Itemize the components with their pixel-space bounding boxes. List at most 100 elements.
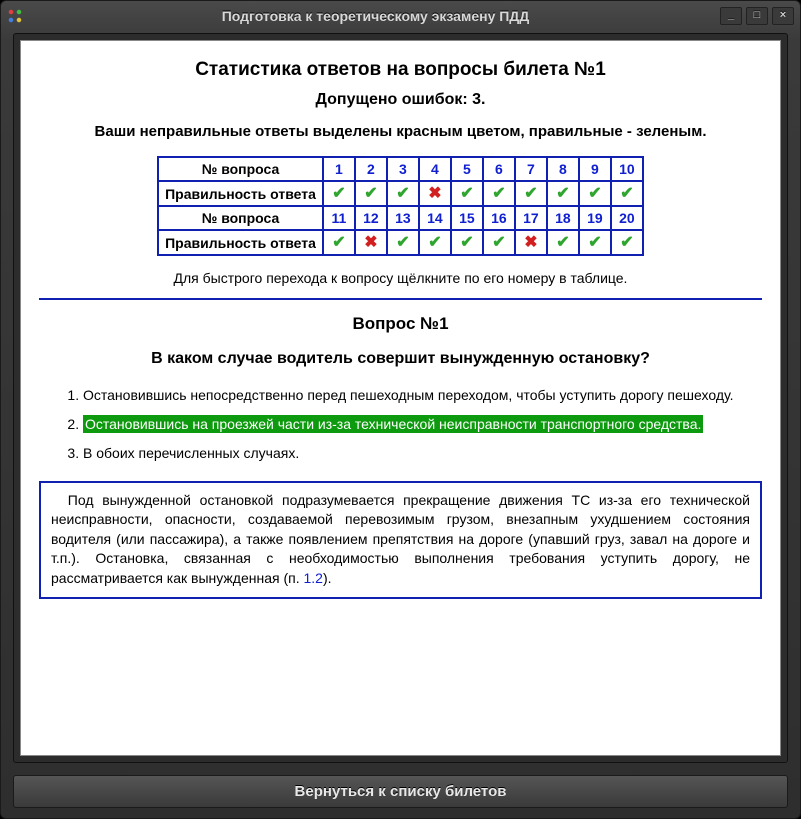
close-button[interactable]: × xyxy=(772,7,794,25)
question-title: Вопрос №1 xyxy=(39,314,762,334)
question-number-cell: 11 xyxy=(323,206,355,230)
question-number-link[interactable]: 4 xyxy=(426,161,444,177)
check-icon: ✔ xyxy=(588,186,601,202)
row-label-answer: Правильность ответа xyxy=(158,181,323,206)
answer-mark-cell: ✔ xyxy=(387,181,419,206)
question-number-cell: 9 xyxy=(579,157,611,181)
content-inner-frame: Статистика ответов на вопросы билета №1 … xyxy=(20,40,781,756)
check-icon: ✔ xyxy=(428,235,441,251)
question-number-link[interactable]: 13 xyxy=(394,210,412,226)
question-number-link[interactable]: 10 xyxy=(618,161,636,177)
question-number-cell: 7 xyxy=(515,157,547,181)
question-number-cell: 19 xyxy=(579,206,611,230)
answer-mark-cell: ✖ xyxy=(515,230,547,255)
answer-mark-cell: ✔ xyxy=(611,181,643,206)
check-icon: ✔ xyxy=(364,186,377,202)
answer-mark-cell: ✔ xyxy=(451,181,483,206)
question-number-link[interactable]: 2 xyxy=(362,161,380,177)
answer-mark-cell: ✔ xyxy=(483,230,515,255)
answer-mark-cell: ✔ xyxy=(547,230,579,255)
scroll-area[interactable]: Статистика ответов на вопросы билета №1 … xyxy=(21,41,780,755)
answer-mark-cell: ✖ xyxy=(355,230,387,255)
stats-heading: Статистика ответов на вопросы билета №1 xyxy=(39,59,762,81)
rule-ref-link[interactable]: 1.2 xyxy=(304,570,323,586)
row-label-answer: Правильность ответа xyxy=(158,230,323,255)
check-icon: ✔ xyxy=(460,235,473,251)
question-number-link[interactable]: 15 xyxy=(458,210,476,226)
answer-text: Остановившись непосредственно перед пеше… xyxy=(83,387,734,403)
answer-text: В обоих перечисленных случаях. xyxy=(83,445,299,461)
return-button[interactable]: Вернуться к списку билетов xyxy=(13,775,788,808)
explanation-text-pre: Под вынужденной остановкой подразумевает… xyxy=(51,492,750,586)
check-icon: ✔ xyxy=(396,235,409,251)
question-number-link[interactable]: 3 xyxy=(394,161,412,177)
answer-mark-cell: ✔ xyxy=(451,230,483,255)
question-number-cell: 16 xyxy=(483,206,515,230)
question-number-cell: 10 xyxy=(611,157,643,181)
question-number-link[interactable]: 8 xyxy=(554,161,572,177)
legend-line: Ваши неправильные ответы выделены красны… xyxy=(39,123,762,140)
question-number-cell: 6 xyxy=(483,157,515,181)
answer-mark-cell: ✔ xyxy=(611,230,643,255)
check-icon: ✔ xyxy=(492,235,505,251)
question-number-link[interactable]: 14 xyxy=(426,210,444,226)
minimize-button[interactable]: _ xyxy=(720,7,742,25)
quickjump-hint: Для быстрого перехода к вопросу щёлкните… xyxy=(39,270,762,286)
question-number-link[interactable]: 18 xyxy=(554,210,572,226)
answer-item: Остановившись непосредственно перед пеше… xyxy=(83,386,762,405)
answer-text: Остановившись на проезжей части из-за те… xyxy=(83,415,703,433)
content-outer-frame: Статистика ответов на вопросы билета №1 … xyxy=(13,33,788,763)
answer-mark-cell: ✔ xyxy=(419,230,451,255)
question-number-link[interactable]: 7 xyxy=(522,161,540,177)
check-icon: ✔ xyxy=(332,186,345,202)
question-number-cell: 2 xyxy=(355,157,387,181)
check-icon: ✔ xyxy=(524,186,537,202)
separator xyxy=(39,298,762,300)
check-icon: ✔ xyxy=(492,186,505,202)
maximize-button[interactable]: □ xyxy=(746,7,768,25)
explanation-box: Под вынужденной остановкой подразумевает… xyxy=(39,481,762,599)
answer-mark-cell: ✔ xyxy=(579,230,611,255)
question-number-link[interactable]: 16 xyxy=(490,210,508,226)
question-number-link[interactable]: 1 xyxy=(330,161,348,177)
answer-mark-cell: ✔ xyxy=(579,181,611,206)
question-number-cell: 13 xyxy=(387,206,419,230)
check-icon: ✔ xyxy=(588,235,601,251)
row-label-question: № вопроса xyxy=(158,157,323,181)
question-number-link[interactable]: 11 xyxy=(330,210,348,226)
question-number-cell: 3 xyxy=(387,157,419,181)
question-number-cell: 4 xyxy=(419,157,451,181)
stats-table: № вопроса12345678910Правильность ответа✔… xyxy=(157,156,644,256)
question-number-cell: 12 xyxy=(355,206,387,230)
question-number-link[interactable]: 5 xyxy=(458,161,476,177)
question-number-link[interactable]: 9 xyxy=(586,161,604,177)
cross-icon: ✖ xyxy=(364,235,377,251)
window-title: Подготовка к теоретическому экзамену ПДД xyxy=(31,8,720,24)
window-frame: Подготовка к теоретическому экзамену ПДД… xyxy=(0,0,801,819)
window-controls: _ □ × xyxy=(720,7,794,25)
answers-list: Остановившись непосредственно перед пеше… xyxy=(39,386,762,463)
answer-mark-cell: ✔ xyxy=(323,181,355,206)
question-number-link[interactable]: 17 xyxy=(522,210,540,226)
answer-mark-cell: ✔ xyxy=(483,181,515,206)
answer-mark-cell: ✔ xyxy=(547,181,579,206)
check-icon: ✔ xyxy=(396,186,409,202)
question-number-cell: 14 xyxy=(419,206,451,230)
question-number-cell: 17 xyxy=(515,206,547,230)
check-icon: ✔ xyxy=(332,235,345,251)
answer-item: Остановившись на проезжей части из-за те… xyxy=(83,415,762,434)
return-bar: Вернуться к списку билетов xyxy=(13,775,788,808)
question-number-link[interactable]: 12 xyxy=(362,210,380,226)
check-icon: ✔ xyxy=(620,186,633,202)
titlebar: Подготовка к теоретическому экзамену ПДД… xyxy=(1,1,800,31)
question-text: В каком случае водитель совершит вынужде… xyxy=(39,350,762,368)
question-number-cell: 5 xyxy=(451,157,483,181)
explanation-text-post: ). xyxy=(323,570,332,586)
check-icon: ✔ xyxy=(556,186,569,202)
question-number-cell: 20 xyxy=(611,206,643,230)
answer-mark-cell: ✔ xyxy=(355,181,387,206)
question-number-cell: 15 xyxy=(451,206,483,230)
question-number-link[interactable]: 19 xyxy=(586,210,604,226)
question-number-link[interactable]: 6 xyxy=(490,161,508,177)
question-number-link[interactable]: 20 xyxy=(618,210,636,226)
